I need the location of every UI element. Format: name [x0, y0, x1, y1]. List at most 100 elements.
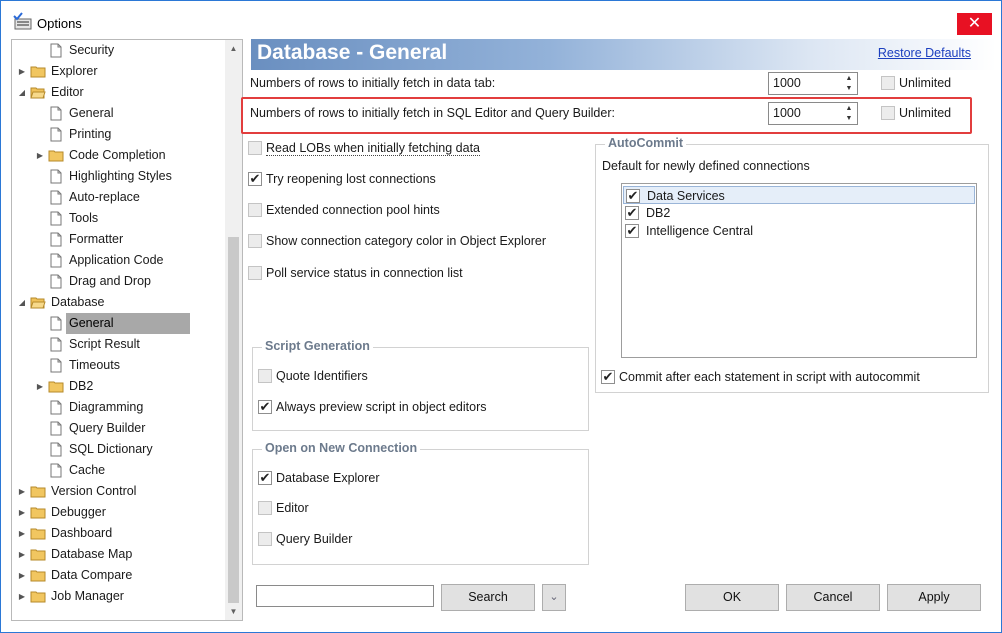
expanded-arrow-icon[interactable]: ◢	[17, 82, 27, 103]
script-generation-title: Script Generation	[262, 339, 373, 353]
tree-item[interactable]: ▶ Code Completion	[12, 145, 224, 166]
tree-item[interactable]: Formatter	[12, 229, 224, 250]
collapsed-arrow-icon[interactable]: ▶	[17, 61, 27, 82]
tree-item[interactable]: Cache	[12, 460, 224, 481]
connection-checkbox[interactable]: ✔	[625, 224, 639, 238]
folder-icon	[30, 591, 46, 603]
quote-identifiers-checkbox[interactable]	[258, 369, 272, 383]
read-lobs-label: Read LOBs when initially fetching data	[266, 141, 481, 156]
page-icon	[50, 253, 62, 268]
tree-item[interactable]: Query Builder	[12, 418, 224, 439]
tree-item-label: SQL Dictionary	[69, 442, 153, 456]
search-button[interactable]: Search	[441, 584, 535, 611]
preview-script-checkbox[interactable]: ✔	[258, 400, 272, 414]
tree-item[interactable]: ▶ Debugger	[12, 502, 224, 523]
connection-list-item[interactable]: ✔ Intelligence Central	[623, 222, 975, 240]
connection-list-item[interactable]: ✔ DB2	[623, 204, 975, 222]
spin-down-icon[interactable]: ▼	[843, 84, 855, 94]
preview-script-label: Always preview script in object editors	[276, 400, 487, 414]
tree-item[interactable]: ▶ Job Manager	[12, 586, 224, 607]
ok-button[interactable]: OK	[685, 584, 779, 611]
tree-item-label: Version Control	[51, 484, 137, 498]
tree-item[interactable]: ▶ Database Map	[12, 544, 224, 565]
tree-item[interactable]: General	[12, 313, 224, 334]
scroll-up-icon[interactable]: ▲	[225, 40, 242, 57]
tree-scrollbar[interactable]: ▲ ▼	[225, 40, 242, 620]
collapsed-arrow-icon[interactable]: ▶	[35, 376, 45, 397]
tree-item[interactable]: Timeouts	[12, 355, 224, 376]
expanded-arrow-icon[interactable]: ◢	[17, 292, 27, 313]
tree-item[interactable]: ▶ DB2	[12, 376, 224, 397]
collapsed-arrow-icon[interactable]: ▶	[17, 544, 27, 565]
connection-checkbox[interactable]: ✔	[625, 206, 639, 220]
tree-item[interactable]: Security	[12, 40, 224, 61]
collapsed-arrow-icon[interactable]: ▶	[17, 565, 27, 586]
poll-service-status-checkbox[interactable]	[248, 266, 262, 280]
read-lobs-checkbox[interactable]	[248, 141, 262, 155]
cancel-button[interactable]: Cancel	[786, 584, 880, 611]
rows-sql-editor-value[interactable]: 1000	[773, 106, 801, 120]
apply-button[interactable]: Apply	[887, 584, 981, 611]
scroll-thumb[interactable]	[228, 237, 239, 603]
rows-data-tab-spinner[interactable]: 1000 ▲ ▼	[768, 72, 858, 95]
folder-icon	[48, 381, 64, 393]
tree-item-label: Data Compare	[51, 568, 133, 582]
tree-item[interactable]: Drag and Drop	[12, 271, 224, 292]
expand-button[interactable]: ⌄	[542, 584, 566, 611]
unlimited-sql-editor-checkbox[interactable]	[881, 106, 895, 120]
spin-down-icon[interactable]: ▼	[843, 114, 855, 124]
editor-checkbox[interactable]	[258, 501, 272, 515]
restore-defaults-link[interactable]: Restore Defaults	[878, 46, 971, 60]
try-reopening-checkbox[interactable]: ✔	[248, 172, 262, 186]
tree-item[interactable]: ◢ Database	[12, 292, 224, 313]
connection-list-item[interactable]: ✔ Data Services	[623, 186, 975, 204]
rows-data-tab-value[interactable]: 1000	[773, 76, 801, 90]
tree-item-label: Editor	[51, 85, 84, 99]
tree-item-label: Auto-replace	[69, 190, 140, 204]
rows-sql-editor-label: Numbers of rows to initially fetch in SQ…	[250, 106, 615, 120]
tree-item[interactable]: ▶ Version Control	[12, 481, 224, 502]
tree-item[interactable]: Script Result	[12, 334, 224, 355]
collapsed-arrow-icon[interactable]: ▶	[17, 502, 27, 523]
tree-item[interactable]: ▶ Dashboard	[12, 523, 224, 544]
collapsed-arrow-icon[interactable]: ▶	[17, 586, 27, 607]
page-icon	[50, 43, 62, 58]
autocommit-connections-list[interactable]: ✔ Data Services ✔ DB2 ✔ Intelligence Central	[621, 183, 977, 358]
tree-item[interactable]: Highlighting Styles	[12, 166, 224, 187]
page-header: Database - General Restore Defaults	[251, 39, 996, 70]
tree-item[interactable]: ▶ Explorer	[12, 61, 224, 82]
query-builder-checkbox[interactable]	[258, 532, 272, 546]
collapsed-arrow-icon[interactable]: ▶	[17, 523, 27, 544]
collapsed-arrow-icon[interactable]: ▶	[35, 145, 45, 166]
unlimited-data-tab-checkbox[interactable]	[881, 76, 895, 90]
tree-item[interactable]: Diagramming	[12, 397, 224, 418]
search-input[interactable]	[256, 585, 434, 607]
page-icon	[50, 316, 62, 331]
tree-item[interactable]: Printing	[12, 124, 224, 145]
close-button[interactable]: ✕	[957, 13, 992, 35]
scroll-down-icon[interactable]: ▼	[225, 603, 242, 620]
tree-item[interactable]: Tools	[12, 208, 224, 229]
rows-sql-editor-spinner[interactable]: 1000 ▲ ▼	[768, 102, 858, 125]
tree-item[interactable]: SQL Dictionary	[12, 439, 224, 460]
database-explorer-checkbox[interactable]: ✔	[258, 471, 272, 485]
options-window: Options ✕ ▲ ▼ Security ▶ Explorer ◢ Editor Ge…	[0, 0, 1002, 633]
chevron-down-icon: ⌄	[549, 591, 559, 603]
options-tree[interactable]: ▲ ▼ Security ▶ Explorer ◢ Editor General Print…	[11, 39, 243, 621]
tree-item[interactable]: Application Code	[12, 250, 224, 271]
tree-item[interactable]: Auto-replace	[12, 187, 224, 208]
spin-up-icon[interactable]: ▲	[843, 74, 855, 84]
tree-item-label: Tools	[69, 211, 99, 225]
database-explorer-label: Database Explorer	[276, 471, 380, 485]
tree-item[interactable]: General	[12, 103, 224, 124]
extended-pool-hints-checkbox[interactable]	[248, 203, 262, 217]
spin-up-icon[interactable]: ▲	[843, 104, 855, 114]
commit-each-statement-checkbox[interactable]: ✔	[601, 370, 615, 384]
page-icon	[50, 337, 62, 352]
connection-checkbox[interactable]: ✔	[626, 189, 640, 203]
page-icon	[50, 358, 62, 373]
tree-item[interactable]: ▶ Data Compare	[12, 565, 224, 586]
show-category-color-checkbox[interactable]	[248, 234, 262, 248]
collapsed-arrow-icon[interactable]: ▶	[17, 481, 27, 502]
tree-item[interactable]: ◢ Editor	[12, 82, 224, 103]
